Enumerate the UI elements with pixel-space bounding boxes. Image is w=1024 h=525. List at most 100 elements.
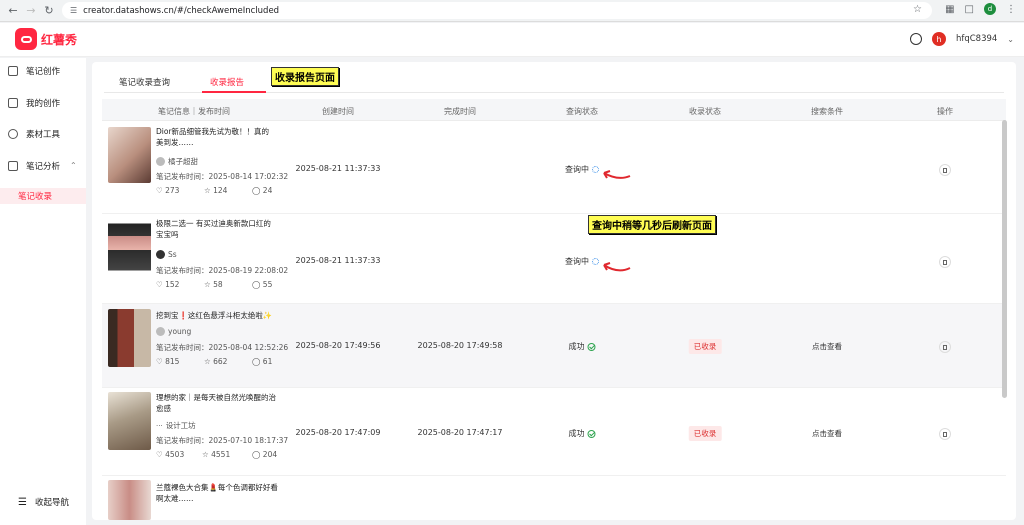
author-avatar <box>156 250 165 259</box>
like-count: 4503 <box>165 450 185 459</box>
star-count: 124 <box>213 186 228 195</box>
include-status-badge: 已收录 <box>688 339 722 354</box>
heart-icon: ♡ <box>156 450 163 459</box>
author-name: 设计工坊 <box>165 421 196 430</box>
table-header-cell: 收录状态 <box>689 107 721 116</box>
note-title[interactable]: 兰蔻裸色大合集💄每个色调都好好看啊太难…… <box>156 482 281 504</box>
annotation-tab-note: 收录报告页面 <box>271 67 339 86</box>
logo-icon <box>15 28 37 50</box>
delete-icon[interactable] <box>939 428 951 440</box>
pen-icon <box>8 66 18 76</box>
browser-toolbar: ← → ↻ ☰ creator.datashows.cn/#/checkAwem… <box>0 0 1024 22</box>
chevron-up-icon[interactable]: ⌃ <box>70 161 77 170</box>
table-row: 挖到宝❗️这红色悬浮斗柜太绝啦✨ young 笔记发布时间：2025-08-04… <box>102 304 1006 388</box>
table-row: 理想的家｜是每天被自然光唤醒的治愈感 ··· 设计工坊 笔记发布时间：2025-… <box>102 388 1006 476</box>
sidebar-item-label: 笔记分析 <box>26 162 61 172</box>
headset-icon[interactable] <box>909 33 922 45</box>
puzzle-icon[interactable]: □ <box>965 4 974 15</box>
bookmark-star-icon[interactable]: ☆ <box>913 4 922 15</box>
view-search-link[interactable]: 点击查看 <box>812 341 842 352</box>
check-circle-icon <box>587 342 596 351</box>
note-title[interactable]: Dior新品细管我先试为敬！！真的美到发…… <box>156 126 276 148</box>
note-author: Ss <box>156 250 177 259</box>
logo[interactable]: 红薯秀 <box>15 28 77 50</box>
site-settings-icon[interactable]: ☰ <box>70 6 77 15</box>
note-author: ··· 设计工坊 <box>156 420 196 431</box>
sidebar-item-my-works[interactable]: 我的创作 <box>8 95 60 111</box>
url-text: creator.datashows.cn/#/checkAwemeInclude… <box>83 5 280 16</box>
query-status: 查询中 <box>565 164 599 175</box>
heart-icon: ♡ <box>156 186 163 195</box>
collapse-nav-button[interactable]: ☰ 收起导航 <box>18 496 69 509</box>
note-title[interactable]: 极限二选一 有买过迪奥新款口红的宝宝吗 <box>156 218 276 240</box>
forward-icon[interactable]: → <box>22 2 40 20</box>
note-thumbnail[interactable] <box>108 127 151 183</box>
tab-query[interactable]: 笔记收录查询 <box>119 76 170 88</box>
note-title[interactable]: 理想的家｜是每天被自然光唤醒的治愈感 <box>156 392 281 414</box>
star-count: 662 <box>213 357 228 366</box>
created-time: 2025-08-21 11:37:33 <box>295 164 381 173</box>
user-avatar[interactable]: h <box>931 32 946 46</box>
query-status-text: 查询中 <box>565 165 589 174</box>
back-icon[interactable]: ← <box>4 2 22 20</box>
note-pub-time: 笔记发布时间：2025-08-14 17:02:32 <box>156 172 289 181</box>
red-arrow-annotation <box>603 170 631 179</box>
comment-count: 204 <box>262 450 278 459</box>
table-header-cell: 操作 <box>937 107 953 116</box>
main-panel: 笔记收录查询 收录报告 收录报告页面 笔记信息｜发布时间 创建时间 完成时间 查… <box>92 62 1016 520</box>
note-thumbnail[interactable] <box>108 480 151 520</box>
scrollbar[interactable] <box>1002 120 1007 398</box>
reload-icon[interactable]: ↻ <box>40 2 58 20</box>
table-row: Dior新品细管我先试为敬！！真的美到发…… 橘子超甜 笔记发布时间：2025-… <box>102 122 1006 214</box>
sidebar-subitem-included[interactable]: 笔记收录 <box>0 188 86 204</box>
query-status-text: 成功 <box>568 429 585 438</box>
gear-icon <box>8 129 18 139</box>
menu-kebab-icon[interactable]: ⋮ <box>1006 4 1016 15</box>
delete-icon[interactable] <box>939 341 951 353</box>
comment-icon: ◯ <box>252 357 261 366</box>
view-search-link[interactable]: 点击查看 <box>812 428 842 439</box>
include-status-badge: 已收录 <box>688 426 722 441</box>
extension-icon[interactable]: ▦ <box>945 4 954 15</box>
delete-icon[interactable] <box>939 256 951 268</box>
star-icon: ☆ <box>202 450 209 459</box>
comment-icon: ◯ <box>252 450 261 459</box>
comment-count: 55 <box>262 280 273 289</box>
note-thumbnail[interactable] <box>108 392 151 450</box>
note-pub-time: 笔记发布时间：2025-08-04 12:52:26 <box>156 343 289 352</box>
comment-icon: ◯ <box>252 186 261 195</box>
star-count: 58 <box>213 280 223 289</box>
like-count: 152 <box>165 280 180 289</box>
sidebar-item-analysis[interactable]: 笔记分析 <box>8 158 60 174</box>
note-title[interactable]: 挖到宝❗️这红色悬浮斗柜太绝啦✨ <box>156 310 296 321</box>
created-time: 2025-08-20 17:49:56 <box>295 341 381 350</box>
table-row: 兰蔻裸色大合集💄每个色调都好好看啊太难…… <box>102 476 1006 520</box>
finished-time: 2025-08-20 17:49:58 <box>417 341 503 350</box>
tab-report[interactable]: 收录报告 <box>210 76 244 88</box>
table-header-cell: 搜索条件 <box>811 107 843 116</box>
delete-icon[interactable] <box>939 164 951 176</box>
annotation-status-note: 查询中稍等几秒后刷新页面 <box>588 215 716 234</box>
query-status: 成功 <box>569 428 596 439</box>
red-arrow-annotation <box>603 262 631 272</box>
profile-avatar[interactable]: d <box>984 3 996 15</box>
heart-icon: ♡ <box>156 280 163 289</box>
table-row: 极限二选一 有买过迪奥新款口红的宝宝吗 Ss 笔记发布时间：2025-08-19… <box>102 214 1006 304</box>
star-icon: ☆ <box>204 357 211 366</box>
star-icon: ☆ <box>204 280 211 289</box>
note-thumbnail[interactable] <box>108 309 151 367</box>
chevron-down-icon[interactable]: ⌄ <box>1007 35 1014 44</box>
query-status-text: 成功 <box>568 342 585 351</box>
sidebar-item-materials[interactable]: 素材工具 <box>8 126 60 142</box>
menu-icon: ☰ <box>18 496 27 508</box>
table-header-cell: 查询状态 <box>566 107 598 116</box>
app-header: 红薯秀 h hfqC8394 ⌄ <box>0 23 1024 57</box>
star-icon: ☆ <box>204 186 211 195</box>
sidebar-item-create[interactable]: 笔记创作 <box>8 63 60 79</box>
address-bar[interactable]: ☰ creator.datashows.cn/#/checkAwemeInclu… <box>62 2 932 19</box>
note-thumbnail[interactable] <box>108 219 151 275</box>
table-header-cell: 创建时间 <box>322 107 354 116</box>
created-time: 2025-08-20 17:47:09 <box>295 428 381 437</box>
username[interactable]: hfqC8394 <box>956 34 997 44</box>
check-circle-icon <box>587 429 596 438</box>
